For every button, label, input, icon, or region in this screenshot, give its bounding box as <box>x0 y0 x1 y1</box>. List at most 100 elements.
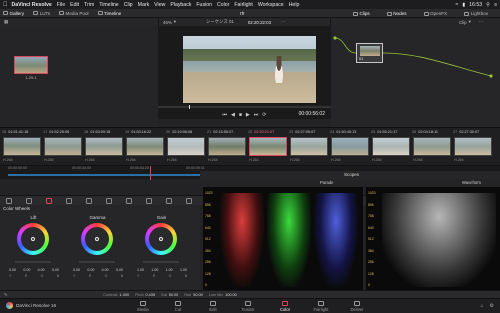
menubar-clock[interactable]: 16:53 <box>469 2 482 8</box>
play-reverse-icon[interactable]: ◀ <box>231 112 235 118</box>
clip-thumbnail[interactable]: 24 01:50:45:13 H.264 <box>330 129 370 165</box>
gamma-g[interactable]: 0.00 <box>102 268 109 272</box>
gain-y[interactable]: 1.00 <box>137 268 144 272</box>
clip-thumbnail[interactable]: 16 01:51:41:18 H.264 <box>2 129 42 165</box>
gamma-y[interactable]: 0.00 <box>73 268 80 272</box>
menu-fusion[interactable]: Fusion <box>196 2 212 8</box>
page-media[interactable]: Media <box>128 300 158 313</box>
lift-wheel-handle[interactable] <box>31 237 35 241</box>
battery-icon[interactable]: ▮ <box>462 2 465 8</box>
lift-y[interactable]: 0.00 <box>9 268 16 272</box>
waveform-selector[interactable]: Waveform <box>462 180 481 185</box>
gain-g[interactable]: 1.00 <box>166 268 173 272</box>
clip-thumbnail[interactable]: 27 02:27:30:07 H.264 <box>453 129 493 165</box>
skip-forward-icon[interactable]: ⏭ <box>254 112 259 118</box>
gallery-toggle[interactable]: Gallery <box>3 11 24 16</box>
sat-value[interactable]: 50.00 <box>169 293 179 297</box>
openfx-toggle[interactable]: OpenFX <box>423 11 447 16</box>
lift-g[interactable]: 0.00 <box>38 268 45 272</box>
timeline-toggle[interactable]: Timeline <box>97 11 121 16</box>
skip-back-icon[interactable]: ⏮ <box>223 112 228 118</box>
media-pool-toggle[interactable]: Media Pool <box>59 11 89 16</box>
home-icon[interactable]: ⌂ <box>480 303 483 309</box>
blur-icon[interactable] <box>186 198 192 204</box>
viewer-scrubber[interactable] <box>158 105 331 109</box>
viewer-options-icon[interactable]: ⋯ <box>281 19 285 25</box>
motion-effects-icon[interactable] <box>86 198 92 204</box>
timeline-name[interactable]: シーケンス 01 <box>206 19 234 25</box>
menu-clip[interactable]: Clip <box>124 2 133 8</box>
viewer-zoom-dropdown-icon[interactable]: ▾ <box>174 19 176 25</box>
settings-icon[interactable]: ⚙ <box>490 303 494 309</box>
clip-thumbnail[interactable]: 18 01:53:09:18 H.264 <box>84 129 124 165</box>
pivot-value[interactable]: 0.435 <box>146 293 156 297</box>
menu-timeline[interactable]: Timeline <box>99 2 118 8</box>
page-fairlight[interactable]: Fairlight <box>306 300 336 313</box>
page-color[interactable]: Color <box>270 300 300 313</box>
menu-fairlight[interactable]: Fairlight <box>234 2 252 8</box>
gain-master-slider[interactable] <box>143 261 179 263</box>
clip-thumbnail[interactable]: 22 02:20:21:07 H.264 <box>248 129 288 165</box>
parade-selector[interactable]: Parade <box>320 180 334 185</box>
clip-thumbnail[interactable]: 23 02:27:05:07 H.264 <box>289 129 329 165</box>
clips-toggle[interactable]: Clips <box>353 11 370 16</box>
qualifier-icon[interactable] <box>126 198 132 204</box>
gamma-b[interactable]: 0.00 <box>116 268 123 272</box>
node-options-icon[interactable]: ⋯ <box>479 19 483 25</box>
gallery-still-thumbnail[interactable] <box>14 56 48 74</box>
loop-icon[interactable]: ⟳ <box>262 112 266 118</box>
lightbox-toggle[interactable]: Lightbox <box>464 11 488 16</box>
lummix-value[interactable]: 100.00 <box>225 293 237 297</box>
clip-thumbnail[interactable]: 20 02:10:06:06 H.264 <box>166 129 206 165</box>
node-mode-dropdown-icon[interactable]: ▾ <box>469 19 471 25</box>
clip-thumbnail[interactable]: 25 01:55:21:17 H.264 <box>371 129 411 165</box>
menu-trim[interactable]: Trim <box>84 2 94 8</box>
color-wheels-icon[interactable] <box>46 198 52 204</box>
camera-raw-icon[interactable] <box>6 198 12 204</box>
menu-view[interactable]: View <box>154 2 165 8</box>
gain-r[interactable]: 1.00 <box>151 268 158 272</box>
nodes-toggle[interactable]: Nodes <box>386 11 407 16</box>
menu-edit[interactable]: Edit <box>70 2 79 8</box>
curves-icon[interactable] <box>106 198 112 204</box>
rgb-mixer-icon[interactable] <box>66 198 72 204</box>
lift-b[interactable]: 0.00 <box>52 268 59 272</box>
gamma-r[interactable]: 0.00 <box>87 268 94 272</box>
page-edit[interactable]: Edit <box>198 300 228 313</box>
node-mode[interactable]: Clip <box>459 20 467 25</box>
lift-master-slider[interactable] <box>15 261 51 263</box>
timeline-playhead[interactable] <box>150 166 151 180</box>
color-node-01[interactable]: 01 <box>356 43 383 63</box>
page-cut[interactable]: Cut <box>163 300 193 313</box>
menu-help[interactable]: Help <box>289 2 300 8</box>
clip-thumbnail[interactable]: 19 01:53:16:22 H.264 <box>125 129 165 165</box>
stop-icon[interactable]: ■ <box>239 112 242 118</box>
gamma-master-slider[interactable] <box>79 261 115 263</box>
tracker-icon[interactable] <box>166 198 172 204</box>
menu-color[interactable]: Color <box>217 2 229 8</box>
hue-value[interactable]: 50.00 <box>193 293 203 297</box>
page-deliver[interactable]: Deliver <box>342 300 372 313</box>
page-fusion[interactable]: Fusion <box>233 300 263 313</box>
clip-thumbnail[interactable]: 26 02:04:18:11 H.264 <box>412 129 452 165</box>
gamma-wheel-handle[interactable] <box>95 237 99 241</box>
clip-thumbnail[interactable]: 21 02:15:55:07 H.264 <box>207 129 247 165</box>
gain-b[interactable]: 1.00 <box>180 268 187 272</box>
primaries-auto-icon[interactable]: ✎ <box>4 292 7 297</box>
gallery-grid-icon[interactable]: ▦ <box>4 19 8 25</box>
contrast-value[interactable]: 1.000 <box>120 293 130 297</box>
play-icon[interactable]: ▶ <box>246 112 250 118</box>
search-icon[interactable]: ⚲ <box>486 2 490 8</box>
lift-r[interactable]: 0.00 <box>23 268 30 272</box>
viewer-frame[interactable] <box>183 36 316 103</box>
menu-list-icon[interactable]: ≡ <box>494 2 497 8</box>
menu-mark[interactable]: Mark <box>138 2 150 8</box>
clip-thumbnail[interactable]: 17 01:52:25:06 H.264 <box>43 129 83 165</box>
menu-file[interactable]: File <box>57 2 65 8</box>
window-icon[interactable] <box>146 198 152 204</box>
timeline-track[interactable] <box>8 174 204 176</box>
gain-wheel-handle[interactable] <box>159 237 163 241</box>
apple-icon[interactable]:  <box>3 2 8 8</box>
wifi-icon[interactable]: ≈ <box>455 2 458 8</box>
menu-workspace[interactable]: Workspace <box>258 2 284 8</box>
